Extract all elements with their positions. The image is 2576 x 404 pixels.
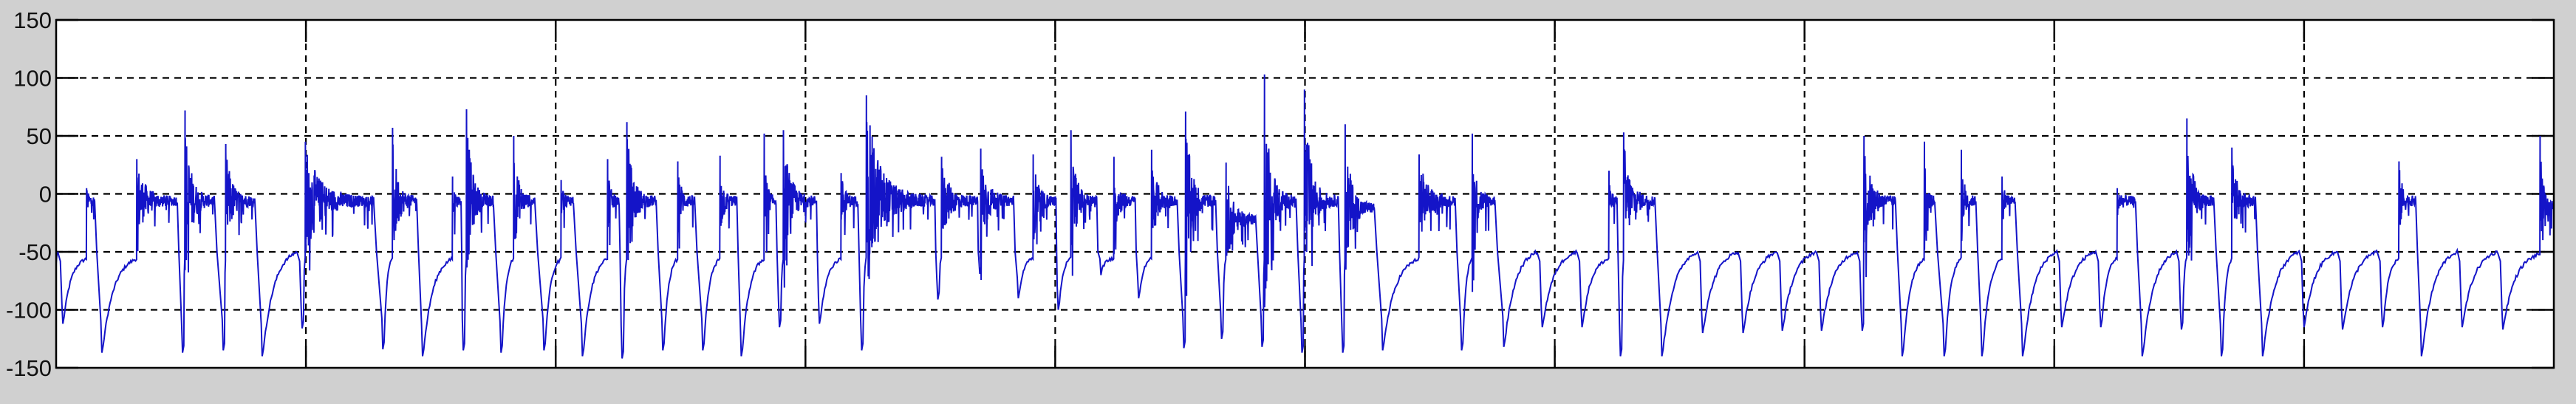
y-tick-label: 150	[13, 7, 52, 33]
y-tick-label: 50	[27, 123, 52, 149]
y-tick-label: -50	[18, 239, 52, 265]
y-tick-label: -150	[6, 355, 52, 381]
line-chart: 150 100 50 0 -50 -100 -150	[0, 0, 2576, 404]
y-tick-label: -100	[6, 298, 52, 323]
y-tick-label: 0	[39, 182, 52, 208]
y-tick-label: 100	[13, 66, 52, 92]
